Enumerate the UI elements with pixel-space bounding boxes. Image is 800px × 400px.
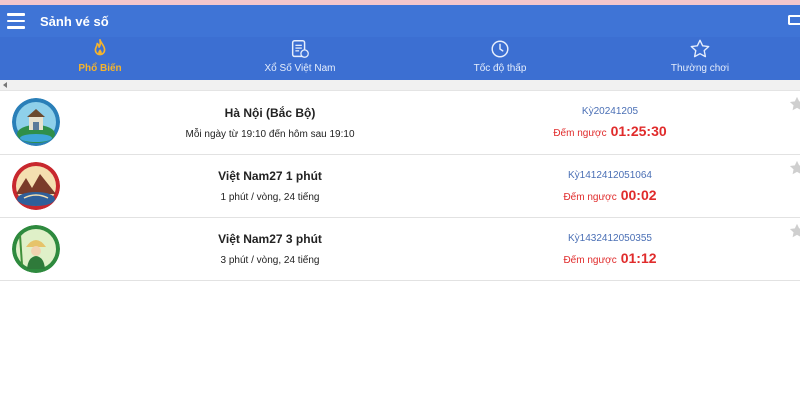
tab-popular[interactable]: Phổ Biến — [0, 37, 200, 80]
game-info: Hà Nội (Bắc Bộ) Mỗi ngày từ 19:10 đến hô… — [120, 91, 420, 154]
game-name: Việt Nam27 1 phút — [218, 169, 322, 183]
favorite-star-icon[interactable] — [788, 159, 800, 177]
countdown-label: Đếm ngược — [563, 254, 617, 266]
countdown-time: 00:02 — [620, 186, 657, 203]
hamburger-menu-icon[interactable] — [7, 13, 25, 29]
ticket-list-icon — [291, 40, 309, 58]
tab-label: Phổ Biến — [78, 63, 122, 74]
star-icon — [690, 39, 710, 58]
vietnam27-1min-logo — [12, 162, 60, 210]
countdown-time: 01:25:30 — [610, 123, 667, 139]
tab-frequently-played[interactable]: Thường chơi — [600, 37, 800, 80]
favorite-star-icon[interactable] — [788, 222, 800, 240]
app-header: Sảnh vé số — [0, 5, 800, 37]
countdown: Đếm ngược 01:25:30 — [553, 123, 666, 139]
game-description: 3 phút / vòng, 24 tiếng — [220, 255, 320, 266]
game-name: Việt Nam27 3 phút — [218, 232, 322, 246]
page-title: Sảnh vé số — [40, 13, 109, 29]
hanoi-lottery-logo — [12, 98, 60, 146]
draw-period: Kỳ1412412051064 — [568, 169, 652, 181]
tab-label: Thường chơi — [670, 63, 730, 74]
countdown: Đếm ngược 01:12 — [563, 250, 656, 266]
draw-info: Kỳ1412412051064 Đếm ngược 00:02 — [510, 155, 710, 217]
category-tabs: Phổ Biến Xổ Số Việt Nam Tốc độ thấp Thườ… — [0, 37, 800, 80]
tab-label: Xổ Số Việt Nam — [264, 63, 336, 74]
countdown: Đếm ngược 00:02 — [563, 187, 656, 203]
wallet-icon[interactable] — [788, 15, 800, 25]
tab-vietnam-lottery[interactable]: Xổ Số Việt Nam — [200, 37, 400, 80]
draw-period: Kỳ20241205 — [581, 106, 639, 117]
clock-icon — [491, 40, 509, 58]
tab-low-speed[interactable]: Tốc độ thấp — [400, 37, 600, 80]
draw-info: Kỳ1432412050355 Đếm ngược 01:12 — [510, 218, 710, 280]
game-info: Việt Nam27 3 phút 3 phút / vòng, 24 tiến… — [120, 218, 420, 280]
fire-icon — [94, 39, 106, 56]
game-description: Mỗi ngày từ 19:10 đến hôm sau 19:10 — [185, 128, 355, 140]
list-item[interactable]: Hà Nội (Bắc Bộ) Mỗi ngày từ 19:10 đến hô… — [0, 91, 800, 155]
scroll-left-arrow-icon[interactable] — [3, 82, 7, 88]
countdown-label: Đếm ngược — [563, 191, 617, 203]
countdown-label: Đếm ngược — [553, 128, 607, 139]
game-info: Việt Nam27 1 phút 1 phút / vòng, 24 tiến… — [120, 155, 420, 217]
lottery-list: Hà Nội (Bắc Bộ) Mỗi ngày từ 19:10 đến hô… — [0, 91, 800, 281]
vietnam27-3min-logo — [12, 225, 60, 273]
favorite-star-icon[interactable] — [788, 95, 800, 113]
draw-period: Kỳ1432412050355 — [568, 232, 652, 244]
list-item[interactable]: Việt Nam27 3 phút 3 phút / vòng, 24 tiến… — [0, 218, 800, 281]
countdown-time: 01:12 — [620, 249, 657, 266]
game-name: Hà Nội (Bắc Bộ) — [224, 105, 316, 120]
horizontal-scrollbar[interactable] — [0, 80, 800, 91]
list-item[interactable]: Việt Nam27 1 phút 1 phút / vòng, 24 tiến… — [0, 155, 800, 218]
draw-info: Kỳ20241205 Đếm ngược 01:25:30 — [510, 91, 710, 154]
game-description: 1 phút / vòng, 24 tiếng — [220, 192, 320, 203]
tab-label: Tốc độ thấp — [473, 63, 527, 74]
